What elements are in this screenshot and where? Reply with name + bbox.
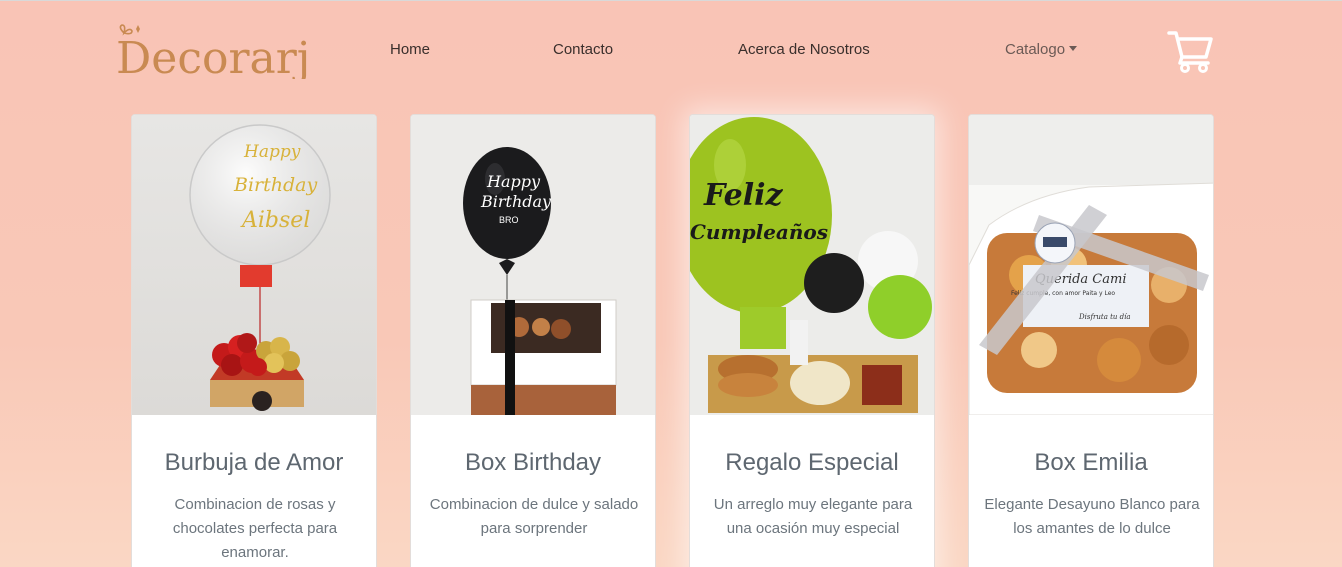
product-title: Burbuja de Amor <box>164 449 344 476</box>
svg-text:Aibsel: Aibsel <box>240 208 310 233</box>
svg-text:Feliz: Feliz <box>703 178 784 213</box>
product-image-burbuja-de-amor: Happy Birthday Aibsel <box>132 115 376 415</box>
product-card[interactable]: Feliz Cumpleaños Regalo Especial Un arre… <box>689 114 935 567</box>
nav-acerca-de-nosotros[interactable]: Acerca de Nosotros <box>738 41 870 58</box>
svg-text:Decorarj: Decorarj <box>116 33 310 79</box>
product-card[interactable]: Querida Cami Feliz cumple, con amor Pait… <box>968 114 1214 567</box>
product-description: Combinacion de dulce y salado para sorpr… <box>429 496 639 537</box>
svg-text:BRO: BRO <box>499 215 519 225</box>
product-card[interactable]: Happy Birthday Aibsel Burbuja de Amor Co… <box>131 114 377 567</box>
product-description: Elegante Desayuno Blanco para los amante… <box>984 496 1200 537</box>
product-description: Combinacion de rosas y chocolates perfec… <box>172 496 338 561</box>
product-title: Box Emilia <box>1034 449 1148 476</box>
brand-logo[interactable]: Decorarj <box>114 23 319 79</box>
product-image-box-birthday: Happy Birthday BRO <box>411 115 655 415</box>
product-title: Regalo Especial <box>725 449 899 476</box>
svg-text:Birthday: Birthday <box>233 174 317 196</box>
product-description: Un arreglo muy elegante para una ocasión… <box>713 496 913 537</box>
navbar: Decorarj Home Contacto Acerca de Nosotro… <box>0 1 1342 101</box>
nav-home[interactable]: Home <box>390 41 430 58</box>
nav-catalogo-dropdown[interactable]: Catalogo <box>1005 41 1078 58</box>
nav-contacto[interactable]: Contacto <box>553 41 613 58</box>
svg-text:Happy: Happy <box>243 142 301 162</box>
nav-catalogo-label: Catalogo <box>1005 41 1066 58</box>
product-image-box-emilia: Querida Cami Feliz cumple, con amor Pait… <box>969 115 1213 415</box>
product-image-regalo-especial: Feliz Cumpleaños <box>690 115 934 415</box>
svg-text:Disfruta tu día: Disfruta tu día <box>1078 313 1131 321</box>
product-card[interactable]: Happy Birthday BRO Box Birthday Combinac… <box>410 114 656 567</box>
shopping-cart-icon[interactable] <box>1166 29 1214 73</box>
product-title: Box Birthday <box>464 449 602 476</box>
caret-down-icon <box>1069 46 1078 51</box>
svg-text:Happy: Happy <box>486 172 541 191</box>
svg-text:Cumpleaños: Cumpleaños <box>690 220 828 244</box>
svg-text:Birthday: Birthday <box>480 192 552 211</box>
